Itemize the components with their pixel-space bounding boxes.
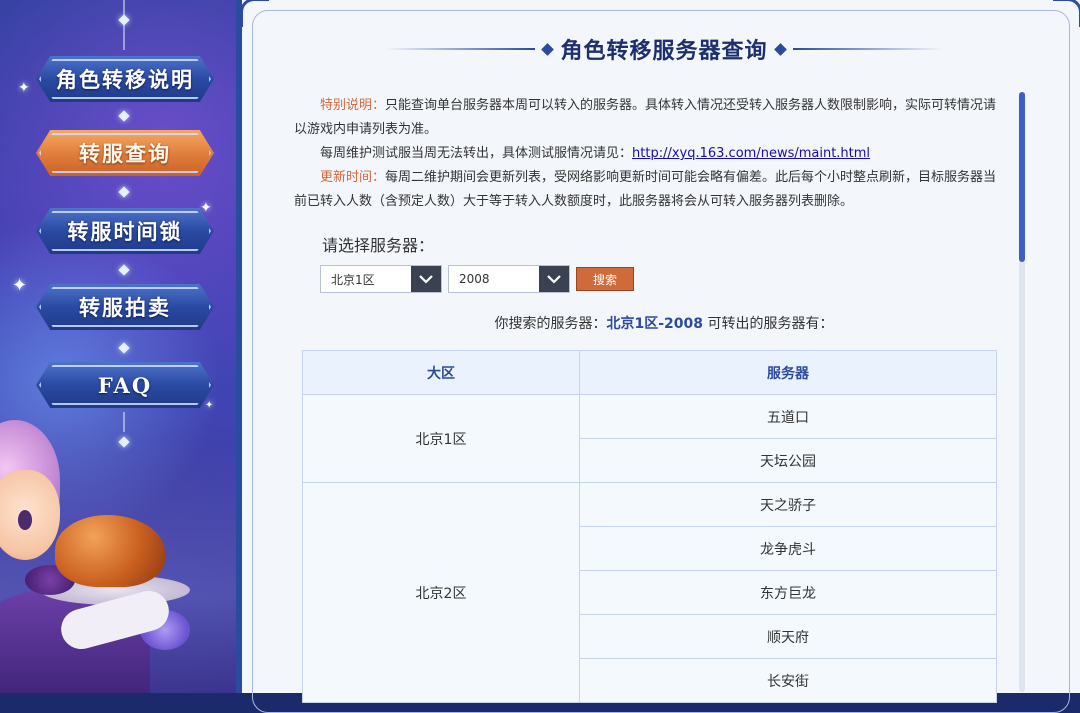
note-label: 特别说明： [320, 98, 385, 113]
scrollbar[interactable] [1019, 92, 1025, 692]
divider [123, 412, 125, 432]
sparkle-icon: ✦ [12, 275, 27, 296]
panel-corner-ornament [240, 0, 269, 27]
scrollbar-thumb[interactable] [1019, 92, 1025, 262]
server-cell: 五道口 [580, 395, 997, 439]
note-text: 每周维护测试服当周无法转出，具体测试服情况请见： [320, 146, 632, 161]
server-cell: 长安街 [580, 659, 997, 703]
region-cell: 北京2区 [303, 483, 580, 703]
server-cell: 龙争虎斗 [580, 527, 997, 571]
roast-turkey-illustration [55, 515, 165, 587]
sidebar-item-transfer-auction[interactable]: 转服拍卖 [36, 284, 214, 330]
note-maintenance: 每周维护测试服当周无法转出，具体测试服情况请见：http://xyq.163.c… [294, 142, 1000, 166]
sidebar-item-label: 转服查询 [79, 138, 171, 168]
page-title: 角色转移服务器查询 [560, 33, 767, 65]
note-text: 每周二维护期间会更新列表，受网络影响更新时间可能会略有偏差。此后每个小时整点刷新… [294, 170, 996, 209]
chevron-down-icon[interactable] [411, 266, 441, 292]
column-header-region: 大区 [303, 351, 580, 395]
diamond-icon [118, 186, 129, 197]
table-header-row: 大区 服务器 [303, 351, 997, 395]
note-label: 更新时间： [320, 170, 385, 185]
sidebar-item-label: 转服拍卖 [79, 292, 171, 322]
diamond-icon [118, 264, 129, 275]
diamond-icon [542, 43, 555, 56]
server-cell: 天坛公园 [580, 439, 997, 483]
main-panel: 角色转移服务器查询 特别说明：只能查询单台服务器本周可以转入的服务器。具体转入情… [236, 0, 1080, 693]
table-row: 北京2区 天之骄子 [303, 483, 997, 527]
result-suffix: 可转出的服务器有： [703, 316, 833, 332]
title-banner: 角色转移服务器查询 [242, 32, 1080, 66]
diamond-icon [118, 342, 129, 353]
server-select-value: 2008 [449, 272, 539, 286]
region-cell: 北京1区 [303, 395, 580, 483]
note-text: 只能查询单台服务器本周可以转入的服务器。具体转入情况还受转入服务器人数限制影响，… [294, 98, 996, 137]
character-eye [18, 510, 32, 530]
chevron-down-icon[interactable] [539, 266, 569, 292]
sparkle-icon: ✦ [205, 400, 213, 411]
search-result-summary: 你搜索的服务器：北京1区-2008 可转出的服务器有： [242, 313, 1080, 333]
sidebar: ✦ ✦ ✦ ✦ 角色转移说明 转服查询 转服时间锁 转服拍卖 FAQ [0, 0, 236, 693]
result-server-name: 北京1区-2008 [607, 316, 704, 332]
sidebar-item-faq[interactable]: FAQ [36, 362, 214, 408]
table-row: 北京1区 五道口 [303, 395, 997, 439]
search-button[interactable]: 搜索 [576, 267, 634, 291]
select-server-label: 请选择服务器： [322, 232, 434, 256]
title-divider [793, 48, 943, 50]
sidebar-item-label: 角色转移说明 [56, 64, 194, 94]
server-cell: 东方巨龙 [580, 571, 997, 615]
note-special: 特别说明：只能查询单台服务器本周可以转入的服务器。具体转入情况还受转入服务器人数… [294, 94, 1000, 142]
title-divider [385, 48, 535, 50]
sidebar-item-transfer-query[interactable]: 转服查询 [36, 130, 214, 176]
server-cell: 天之骄子 [580, 483, 997, 527]
sidebar-item-label: FAQ [98, 373, 152, 398]
maintenance-link[interactable]: http://xyq.163.com/news/maint.html [632, 146, 870, 161]
diamond-icon [774, 43, 787, 56]
sidebar-item-transfer-time-lock[interactable]: 转服时间锁 [36, 208, 214, 254]
diamond-icon [118, 14, 129, 25]
sidebar-item-role-transfer-info[interactable]: 角色转移说明 [36, 56, 214, 102]
sidebar-item-label: 转服时间锁 [68, 216, 183, 246]
diamond-icon [118, 110, 129, 121]
sparkle-icon: ✦ [18, 80, 30, 96]
server-select[interactable]: 2008 [448, 265, 570, 293]
region-select-value: 北京1区 [321, 271, 411, 288]
note-update-time: 更新时间：每周二维护期间会更新列表，受网络影响更新时间可能会略有偏差。此后每个小… [294, 166, 1000, 214]
panel-corner-ornament [1053, 0, 1080, 27]
column-header-server: 服务器 [580, 351, 997, 395]
result-prefix: 你搜索的服务器： [495, 316, 607, 332]
server-cell: 顺天府 [580, 615, 997, 659]
region-select[interactable]: 北京1区 [320, 265, 442, 293]
server-table: 大区 服务器 北京1区 五道口 天坛公园 北京2区 天之骄子 龙争虎斗 [302, 350, 996, 703]
notes-section: 特别说明：只能查询单台服务器本周可以转入的服务器。具体转入情况还受转入服务器人数… [294, 94, 1000, 214]
